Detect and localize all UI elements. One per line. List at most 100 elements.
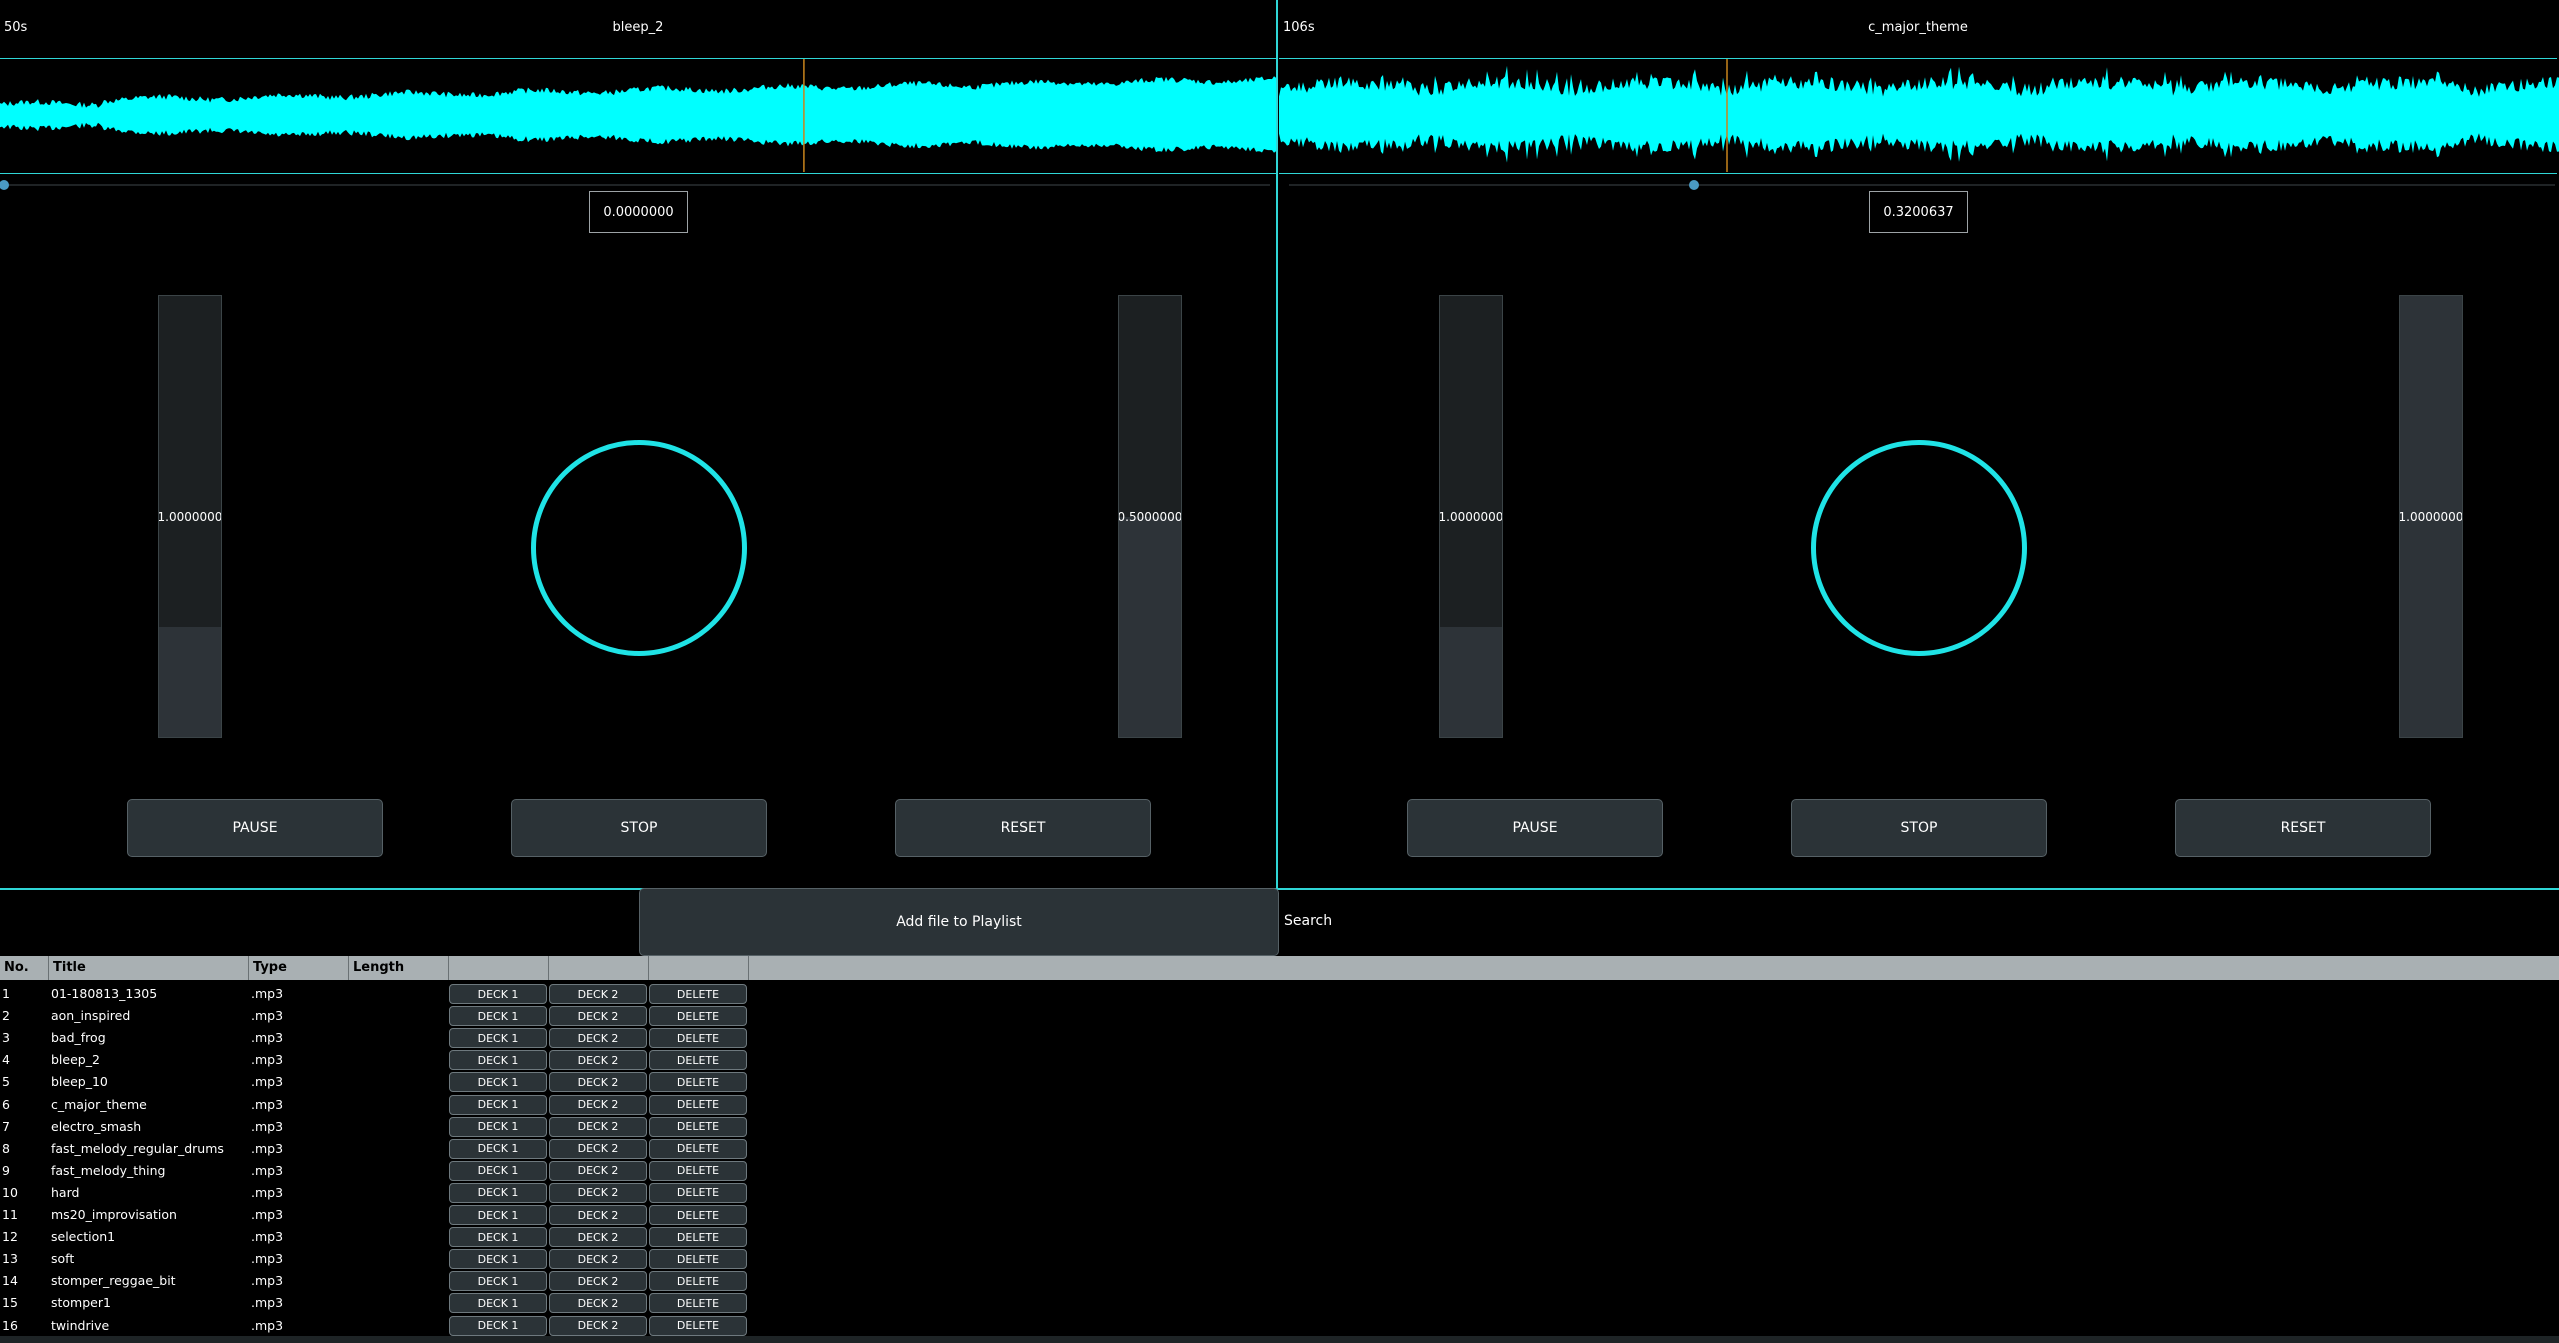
load-deck1-button[interactable]: DECK 1 [449,984,547,1004]
delete-button[interactable]: DELETE [649,1050,747,1071]
add-file-button[interactable]: Add file to Playlist [639,888,1279,956]
load-deck2-button[interactable]: DECK 2 [549,1116,647,1137]
delete-button[interactable]: DELETE [649,1116,747,1137]
delete-button[interactable]: DELETE [649,1205,747,1225]
delete-button[interactable]: DELETE [649,1315,747,1336]
table-row[interactable]: 6 c_major_theme .mp3 DECK 1 DECK 2 DELETE [0,1094,760,1116]
delete-button[interactable]: DELETE [649,1006,747,1027]
load-deck2-button[interactable]: DECK 2 [549,1205,647,1225]
column-header-no[interactable]: No. [0,956,49,980]
stop-button[interactable]: STOP [511,799,767,857]
load-deck2-button[interactable]: DECK 2 [549,984,647,1004]
load-deck2-button[interactable]: DECK 2 [549,1293,647,1314]
delete-button[interactable]: DELETE [649,1138,747,1159]
waveform-display[interactable] [1279,58,2559,174]
table-row[interactable]: 15 stomper1 .mp3 DECK 1 DECK 2 DELETE [0,1292,760,1314]
volume-slider[interactable]: 1.0000000 [158,295,222,738]
turntable-platter[interactable] [531,440,747,656]
row-type: .mp3 [251,1118,284,1134]
load-deck1-button[interactable]: DECK 1 [449,1271,547,1292]
waveform-display[interactable] [0,58,1276,174]
position-value-box[interactable]: 0.0000000 [589,191,688,233]
reset-button[interactable]: RESET [2175,799,2431,857]
table-row[interactable]: 11 ms20_improvisation .mp3 DECK 1 DECK 2 DELE… [0,1204,760,1226]
load-deck2-button[interactable]: DECK 2 [549,1138,647,1159]
delete-button[interactable]: DELETE [649,1249,747,1270]
load-deck1-button[interactable]: DECK 1 [449,1116,547,1137]
load-deck2-button[interactable]: DECK 2 [549,1249,647,1270]
position-value-box[interactable]: 0.3200637 [1869,191,1968,233]
delete-button[interactable]: DELETE [649,1094,747,1115]
load-deck1-button[interactable]: DECK 1 [449,1050,547,1071]
volume-slider[interactable]: 1.0000000 [1439,295,1503,738]
load-deck2-button[interactable]: DECK 2 [549,1315,647,1336]
row-title: aon_inspired [51,1008,131,1024]
row-title: ms20_improvisation [51,1207,177,1222]
load-deck1-button[interactable]: DECK 1 [449,1315,547,1336]
speed-slider[interactable]: 1.0000000 [2399,295,2463,738]
row-title: soft [51,1251,75,1267]
row-title: hard [51,1184,80,1200]
row-type: .mp3 [251,1030,284,1046]
table-row[interactable]: 1 01-180813_1305 .mp3 DECK 1 DECK 2 DELETE [0,983,760,1005]
table-row[interactable]: 13 soft .mp3 DECK 1 DECK 2 DELETE [0,1248,760,1270]
speed-slider[interactable]: 0.5000000 [1118,295,1182,738]
load-deck1-button[interactable]: DECK 1 [449,1227,547,1248]
table-row[interactable]: 4 bleep_2 .mp3 DECK 1 DECK 2 DELETE [0,1049,760,1071]
pause-button[interactable]: PAUSE [1407,799,1663,857]
table-row[interactable]: 9 fast_melody_thing .mp3 DECK 1 DECK 2 DELETE [0,1160,760,1182]
delete-button[interactable]: DELETE [649,1160,747,1181]
turntable-platter[interactable] [1811,440,2027,656]
horizontal-scrollbar[interactable] [0,1336,2559,1343]
load-deck1-button[interactable]: DECK 1 [449,1182,547,1203]
load-deck2-button[interactable]: DECK 2 [549,1182,647,1203]
table-row[interactable]: 8 fast_melody_regular_drums .mp3 DECK 1 DECK… [0,1138,760,1160]
position-slider-thumb[interactable] [0,180,9,190]
load-deck2-button[interactable]: DECK 2 [549,1094,647,1115]
delete-button[interactable]: DELETE [649,1072,747,1093]
load-deck1-button[interactable]: DECK 1 [449,1249,547,1270]
search-field[interactable]: Search [1284,913,1332,929]
table-row[interactable]: 16 twindrive .mp3 DECK 1 DECK 2 DELETE [0,1315,760,1337]
load-deck1-button[interactable]: DECK 1 [449,1138,547,1159]
load-deck1-button[interactable]: DECK 1 [449,1028,547,1049]
delete-button[interactable]: DELETE [649,1227,747,1248]
table-row[interactable]: 5 bleep_10 .mp3 DECK 1 DECK 2 DELETE [0,1071,760,1093]
delete-button[interactable]: DELETE [649,984,747,1004]
column-header-title[interactable]: Title [49,956,249,980]
load-deck1-button[interactable]: DECK 1 [449,1072,547,1093]
delete-button[interactable]: DELETE [649,1293,747,1314]
column-header-type[interactable]: Type [249,956,349,980]
row-type: .mp3 [251,1162,284,1178]
table-row[interactable]: 12 selection1 .mp3 DECK 1 DECK 2 DELETE [0,1226,760,1248]
delete-button[interactable]: DELETE [649,1182,747,1203]
table-row[interactable]: 14 stomper_reggae_bit .mp3 DECK 1 DECK 2 DELE… [0,1270,760,1292]
load-deck1-button[interactable]: DECK 1 [449,1094,547,1115]
stop-button[interactable]: STOP [1791,799,2047,857]
table-row[interactable]: 2 aon_inspired .mp3 DECK 1 DECK 2 DELETE [0,1005,760,1027]
delete-button[interactable]: DELETE [649,1271,747,1292]
column-header-length[interactable]: Length [349,956,449,980]
load-deck2-button[interactable]: DECK 2 [549,1028,647,1049]
row-type: .mp3 [251,1074,284,1090]
delete-button[interactable]: DELETE [649,1028,747,1049]
position-slider-thumb[interactable] [1689,180,1700,190]
table-row[interactable]: 3 bad_frog .mp3 DECK 1 DECK 2 DELETE [0,1027,760,1049]
pause-button[interactable]: PAUSE [127,799,383,857]
load-deck1-button[interactable]: DECK 1 [449,1205,547,1225]
row-number: 2 [2,1008,10,1024]
load-deck2-button[interactable]: DECK 2 [549,1050,647,1071]
reset-button[interactable]: RESET [895,799,1151,857]
load-deck2-button[interactable]: DECK 2 [549,1271,647,1292]
load-deck2-button[interactable]: DECK 2 [549,1006,647,1027]
load-deck2-button[interactable]: DECK 2 [549,1072,647,1093]
load-deck1-button[interactable]: DECK 1 [449,1006,547,1027]
load-deck1-button[interactable]: DECK 1 [449,1160,547,1181]
load-deck1-button[interactable]: DECK 1 [449,1293,547,1314]
table-row[interactable]: 10 hard .mp3 DECK 1 DECK 2 DELETE [0,1182,760,1204]
position-slider[interactable] [1289,180,2555,190]
load-deck2-button[interactable]: DECK 2 [549,1227,647,1248]
position-slider[interactable] [0,180,1270,190]
table-row[interactable]: 7 electro_smash .mp3 DECK 1 DECK 2 DELETE [0,1116,760,1138]
load-deck2-button[interactable]: DECK 2 [549,1160,647,1181]
